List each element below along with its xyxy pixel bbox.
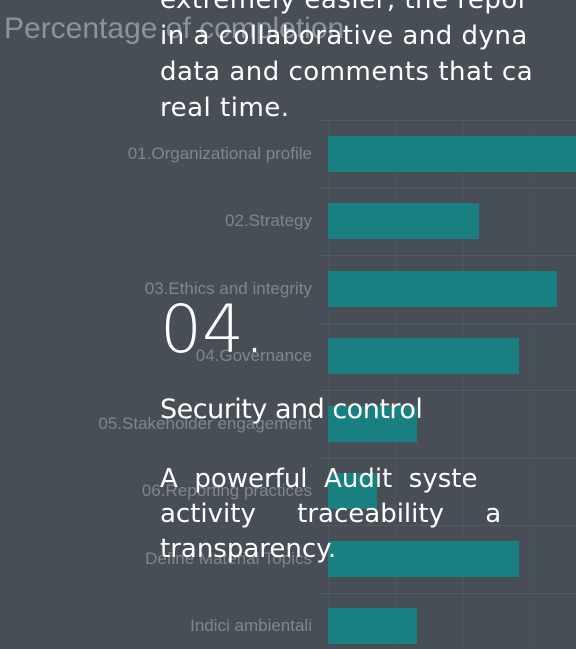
category-label: 01.Organizational profile (127, 143, 312, 163)
completion-bar (328, 270, 558, 307)
description-line: A powerful Audit syste (160, 464, 478, 494)
intro-line: extremely easier, the repor (160, 0, 529, 15)
intro-line: data and comments that ca (160, 57, 534, 87)
description-line: activity traceability a (160, 499, 502, 529)
completion-bar (328, 608, 417, 645)
completion-bar (328, 203, 479, 240)
completion-bar (328, 338, 520, 375)
feature-description: A powerful Audit syste activity traceabi… (160, 462, 501, 567)
description-line: transparency. (160, 534, 337, 564)
chart-row-divider (320, 187, 576, 189)
feature-title: Security and control (160, 394, 423, 425)
slide: Percentage of completion 01.Organization… (0, 0, 576, 649)
chart-gridline (530, 120, 532, 649)
category-label: Indici ambientali (190, 616, 312, 636)
category-label: 02.Strategy (225, 211, 312, 231)
chart-row-divider (320, 592, 576, 594)
chart-row-divider (320, 322, 576, 324)
feature-number: 04. (160, 291, 265, 368)
completion-bar (328, 135, 576, 172)
chart-row-divider (320, 457, 576, 459)
intro-text: extremely easier, the repor in a collabo… (160, 0, 533, 126)
chart-row-divider (320, 390, 576, 391)
chart-row-divider (320, 255, 576, 256)
intro-line: in a collaborative and dyna (160, 21, 528, 51)
intro-line: real time. (160, 93, 290, 123)
